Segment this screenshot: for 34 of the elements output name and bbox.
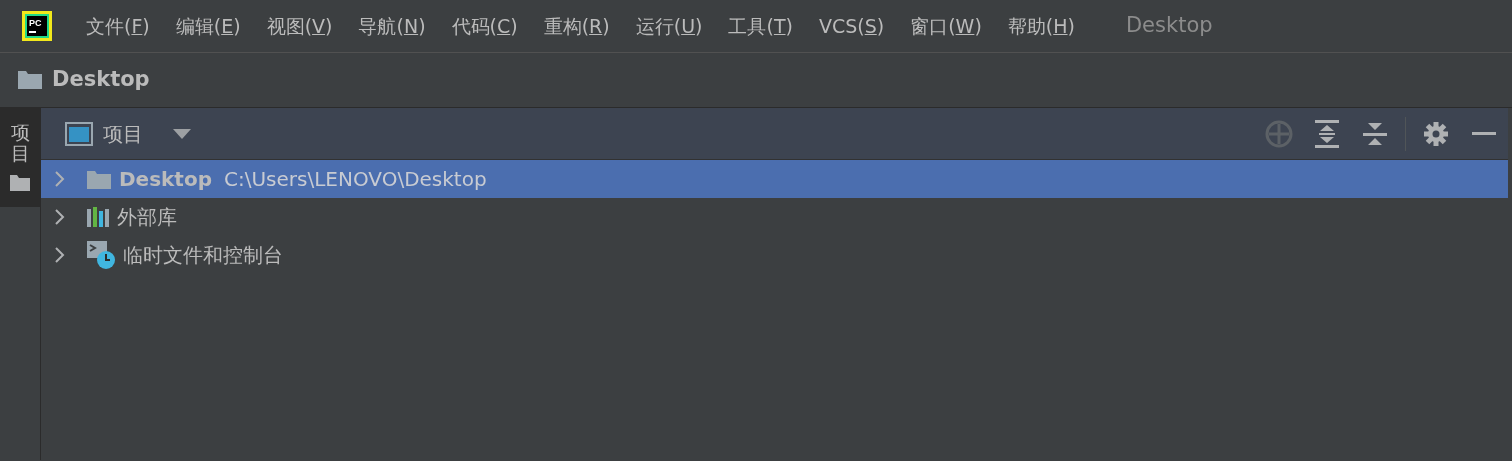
menu-item[interactable]: 重构(R) — [530, 11, 623, 41]
tree-label: Desktop — [119, 166, 212, 193]
menu-item[interactable]: 文件(F) — [86, 11, 163, 41]
menu-item[interactable]: 代码(C) — [438, 11, 531, 41]
tree-row[interactable]: 外部库 — [41, 198, 1508, 236]
dropdown-caret-icon[interactable] — [173, 128, 191, 139]
chevron-right-icon[interactable] — [55, 247, 65, 263]
folder-icon — [87, 169, 111, 189]
app-logo-icon: PC — [22, 11, 52, 41]
settings-icon[interactable] — [1423, 120, 1449, 147]
menu-item[interactable]: 视图(V) — [253, 11, 346, 41]
library-icon — [87, 207, 109, 227]
folder-icon — [10, 173, 30, 191]
menu-item[interactable]: 运行(U) — [622, 11, 716, 41]
menu-item[interactable]: VCS(S) — [805, 11, 898, 41]
menu-item[interactable]: 工具(T) — [715, 11, 806, 41]
project-title: Desktop — [1125, 12, 1213, 40]
tree-row[interactable]: 临时文件和控制台 — [41, 236, 1508, 274]
project-view-icon — [65, 121, 93, 146]
scratch-console-icon — [87, 241, 115, 269]
menu-item[interactable]: 编辑(E) — [162, 11, 254, 41]
panel-title[interactable]: 项目 — [103, 118, 143, 149]
menu-item[interactable]: 帮助(H) — [994, 11, 1088, 41]
path-label: C:\Users\LENOVO\Desktop — [224, 166, 487, 193]
folder-icon — [18, 69, 44, 91]
tree-label: 外部库 — [117, 204, 177, 231]
menu-item[interactable]: 窗口(W) — [897, 11, 995, 41]
tree-label: 临时文件和控制台 — [123, 242, 283, 269]
breadcrumb-item[interactable]: Desktop — [52, 64, 150, 96]
project-tool-tab[interactable]: 项目 — [0, 108, 40, 207]
tree-row[interactable]: Desktop C:\Users\LENOVO\Desktop — [41, 160, 1508, 198]
chevron-right-icon[interactable] — [55, 209, 65, 225]
menu-item[interactable]: 导航(N) — [345, 11, 439, 41]
expand-all-icon[interactable] — [1315, 119, 1339, 148]
